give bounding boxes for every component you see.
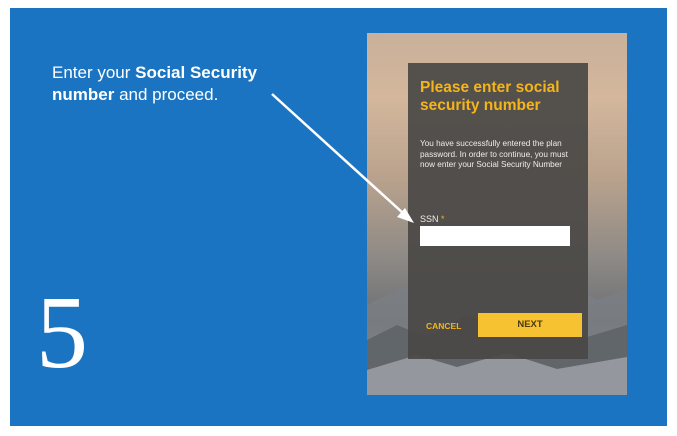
instruction-text: Enter your Social Security number and pr…: [52, 62, 322, 106]
instruction-prefix: Enter your: [52, 63, 136, 82]
page: Enter your Social Security number and pr…: [0, 0, 677, 436]
step-number: 5: [36, 275, 88, 390]
instruction-suffix: and proceed.: [114, 85, 219, 104]
ssn-input[interactable]: [420, 226, 570, 246]
ssn-label-text: SSN: [420, 214, 439, 224]
next-button[interactable]: NEXT: [478, 313, 582, 337]
ssn-field-label: SSN *: [420, 214, 445, 224]
required-marker: *: [441, 214, 445, 224]
cancel-button[interactable]: CANCEL: [426, 321, 461, 331]
ssn-dialog: Please enter social security number You …: [408, 63, 588, 359]
dialog-title: Please enter social security number: [420, 79, 560, 114]
dialog-message: You have successfully entered the plan p…: [420, 139, 568, 169]
